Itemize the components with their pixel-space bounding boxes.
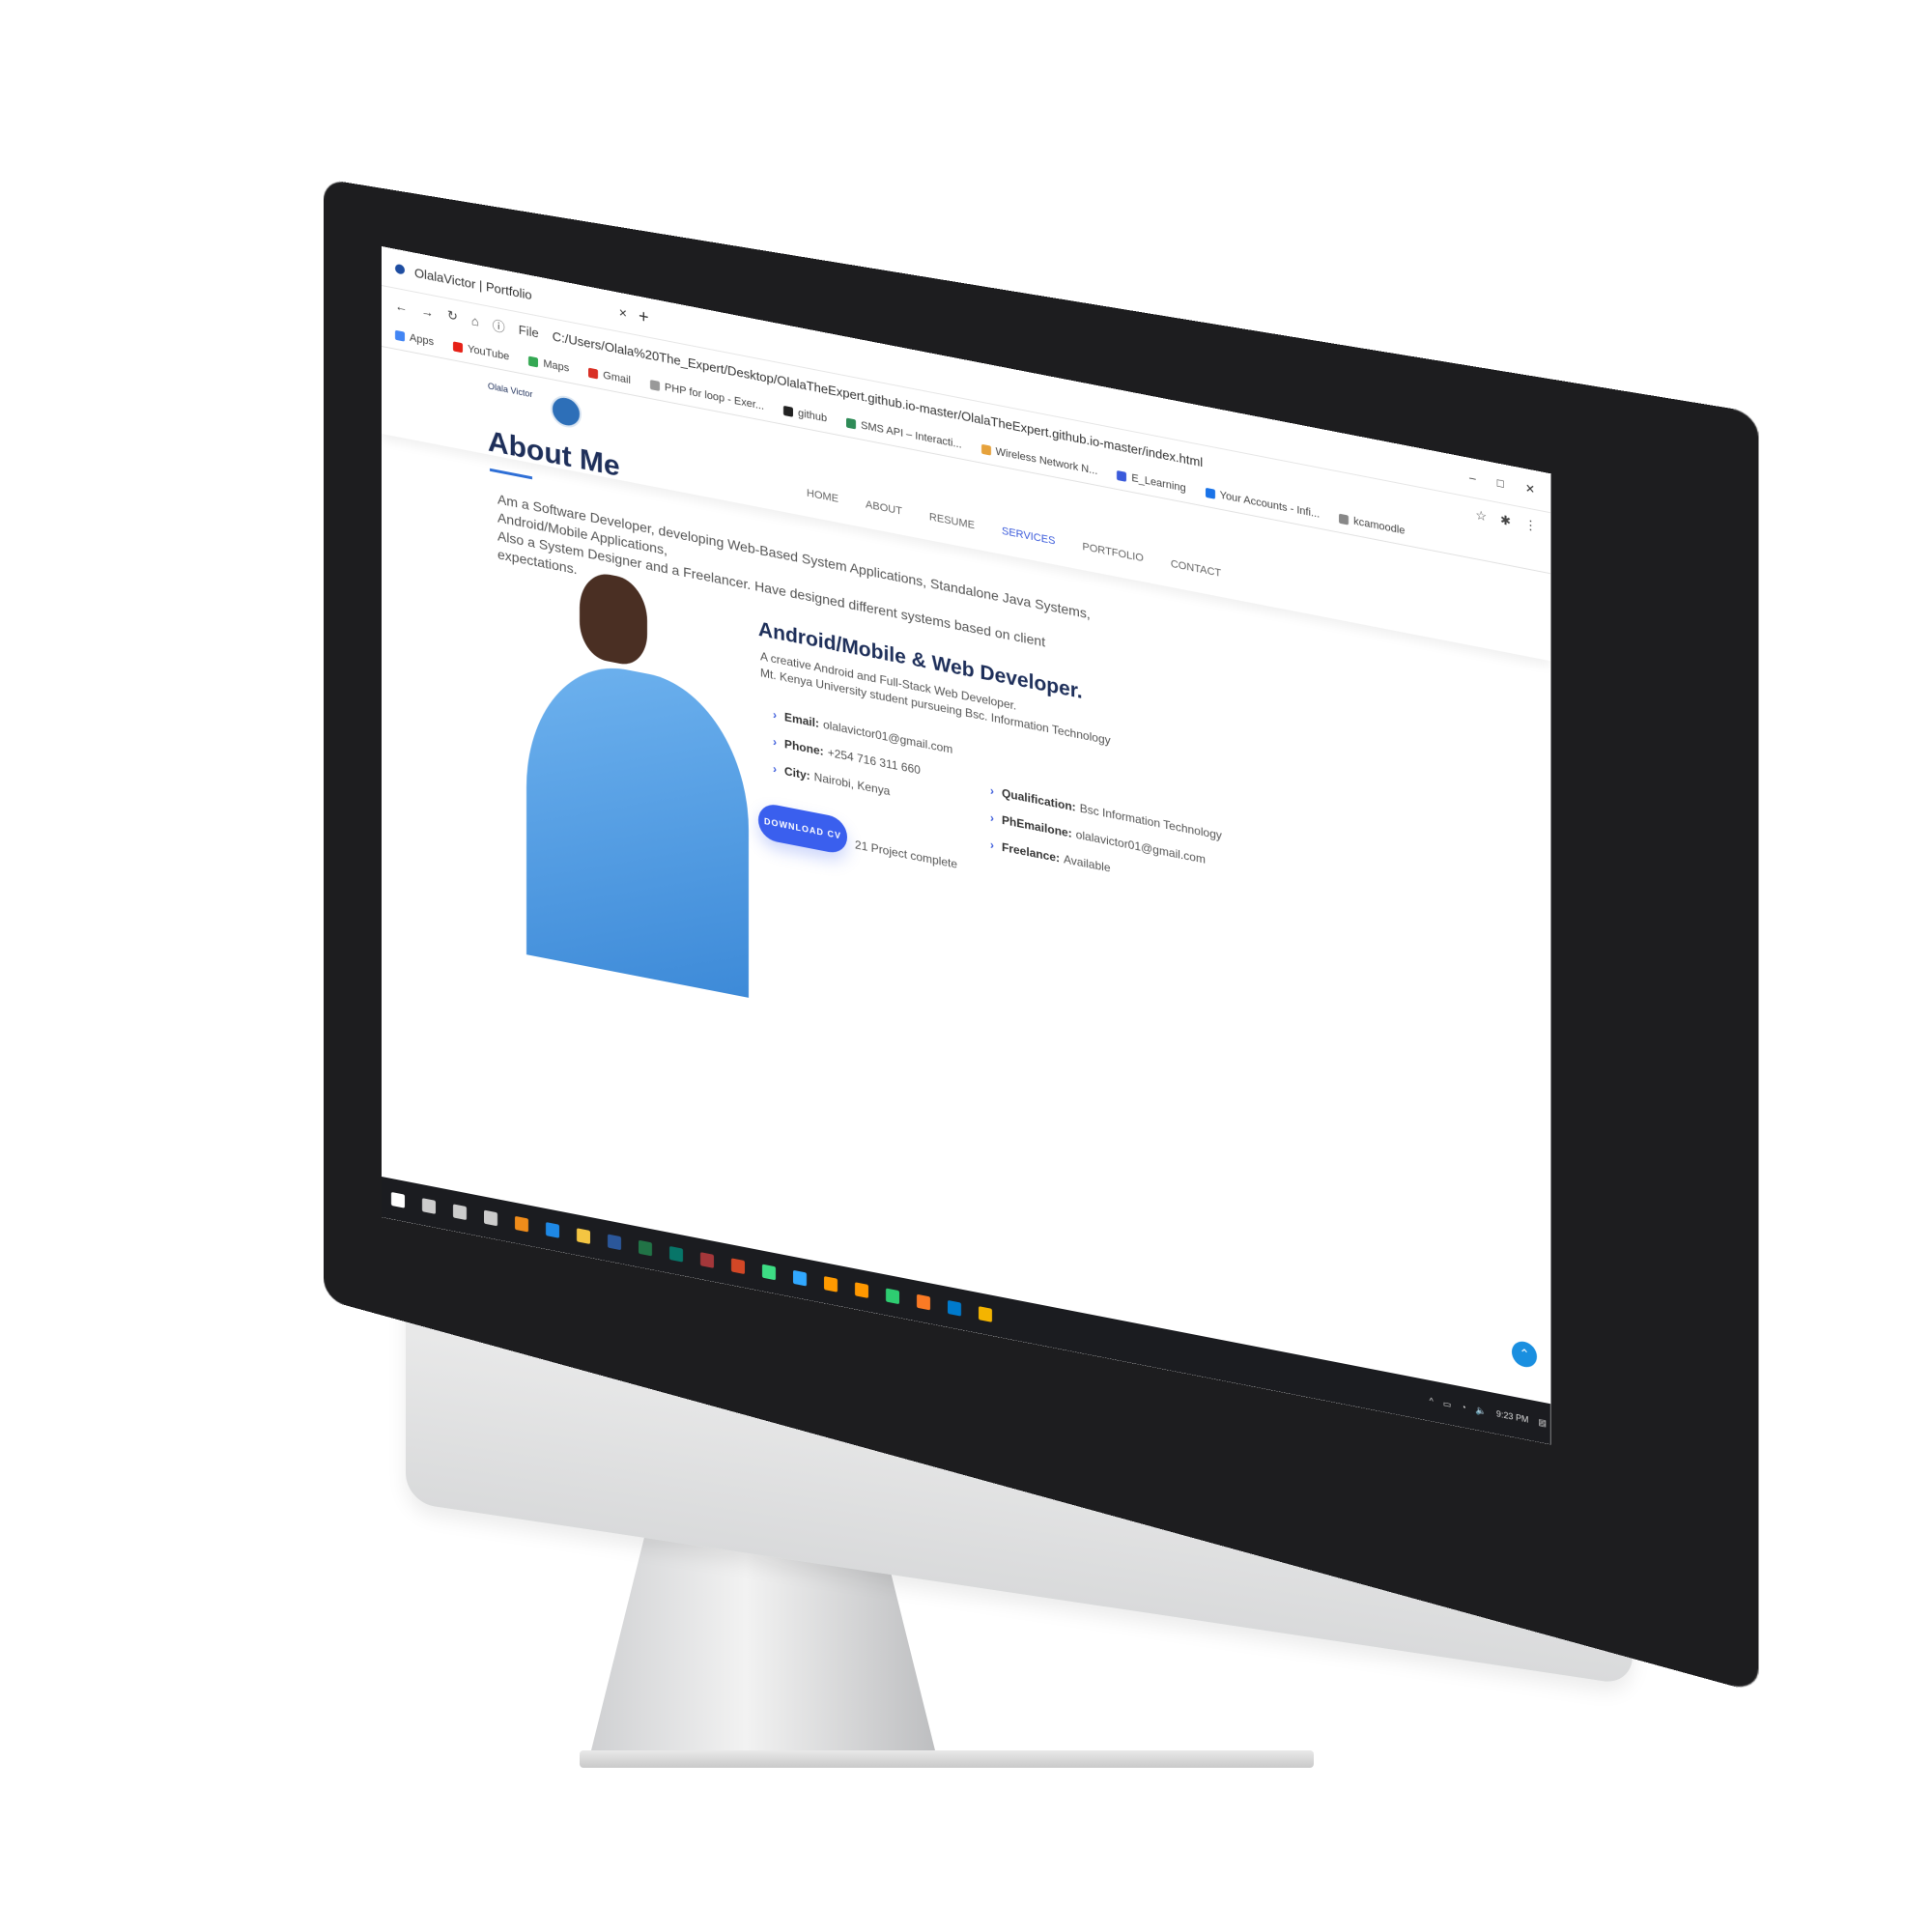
battery-icon[interactable]: ▭ (1443, 1398, 1452, 1410)
download-cv-button[interactable]: DOWNLOAD CV (758, 801, 847, 856)
xampp-icon[interactable] (917, 1293, 930, 1311)
scroll-to-top-button[interactable]: ⌃ (1512, 1339, 1537, 1370)
maps-icon (528, 355, 539, 368)
info-label: City: (784, 764, 810, 783)
vscode-icon[interactable] (948, 1299, 961, 1317)
chevron-right-icon: › (990, 783, 994, 799)
tab-close-icon[interactable]: × (619, 304, 627, 322)
nav-portfolio[interactable]: PORTFOLIO (1082, 541, 1143, 564)
info-label: Email: (784, 710, 820, 731)
title-underline (490, 468, 532, 480)
info-icon[interactable]: ⓘ (493, 315, 505, 336)
profile-photo (526, 558, 749, 998)
illustrator-icon[interactable] (824, 1276, 838, 1293)
bookmark-label: Apps (410, 331, 435, 349)
bookmark-item[interactable]: Apps (395, 329, 434, 349)
nav-resume[interactable]: RESUME (929, 511, 975, 531)
star-icon[interactable]: ☆ (1475, 507, 1487, 525)
powerpoint-icon[interactable] (731, 1258, 745, 1275)
wifi-icon[interactable]: ◔ (1461, 1402, 1465, 1412)
search-icon[interactable] (422, 1198, 436, 1214)
nav-contact[interactable]: CONTACT (1171, 558, 1221, 580)
new-tab-button[interactable]: + (639, 305, 649, 327)
home-icon[interactable]: ⌂ (471, 313, 479, 329)
chevron-right-icon: › (773, 707, 777, 723)
app-icon[interactable] (886, 1288, 899, 1305)
search-app-icon[interactable] (515, 1215, 528, 1233)
windows-start-icon[interactable] (391, 1191, 405, 1208)
bookmark-item[interactable]: E_Learning (1117, 469, 1186, 495)
url-scheme: File (518, 322, 539, 341)
apps-grid-icon (395, 329, 405, 342)
sms-api-icon (846, 417, 857, 430)
bookmark-label: E_Learning (1131, 471, 1186, 495)
gmail-icon (588, 367, 599, 380)
bookmark-item[interactable]: Gmail (588, 367, 631, 387)
info-label: Freelance: (1002, 839, 1061, 866)
task-view-icon[interactable] (484, 1209, 497, 1227)
bookmark-item[interactable]: kcamoodle (1339, 513, 1405, 537)
bookmark-label: Gmail (603, 369, 631, 387)
reload-icon[interactable]: ↻ (447, 307, 458, 325)
elearning-icon (1117, 469, 1127, 482)
close-window-icon[interactable]: ✕ (1525, 481, 1535, 497)
notifications-icon[interactable]: ▤ (1538, 1416, 1547, 1429)
android-icon[interactable] (762, 1264, 776, 1281)
accounts-icon (1205, 487, 1215, 499)
minimize-icon[interactable]: – (1469, 470, 1476, 485)
bookmark-label: kcamoodle (1353, 515, 1406, 537)
bookmark-label: github (798, 407, 828, 425)
sublime-icon[interactable] (855, 1282, 868, 1298)
forward-icon[interactable]: → (421, 302, 434, 320)
access-icon[interactable] (700, 1252, 714, 1268)
chevron-right-icon: › (990, 810, 994, 826)
info-label: PhEmailone: (1002, 812, 1072, 840)
info-label: Phone: (784, 737, 824, 758)
moodle-icon (1339, 513, 1350, 526)
nav-home[interactable]: HOME (807, 488, 838, 505)
wireless-icon (980, 443, 991, 456)
projects-complete: 21 Project complete (855, 838, 958, 871)
cortana-icon[interactable] (453, 1204, 467, 1221)
bookmark-item[interactable]: YouTube (453, 340, 510, 363)
php-icon (649, 380, 660, 391)
github-icon (783, 405, 794, 417)
youtube-icon (453, 341, 464, 354)
clock[interactable]: 9:23 PM (1496, 1408, 1529, 1425)
edge-icon[interactable] (546, 1222, 559, 1238)
monitor-stand-foot (580, 1750, 1314, 1768)
photo-head (580, 568, 647, 669)
tab-favicon-icon (395, 263, 405, 275)
tray-chevron-icon[interactable]: ^ (1430, 1396, 1434, 1406)
excel-icon[interactable] (639, 1239, 652, 1257)
nav-about[interactable]: ABOUT (866, 498, 902, 517)
bookmark-label: YouTube (468, 343, 510, 363)
back-icon[interactable]: ← (395, 298, 408, 315)
info-value: Nairobi, Kenya (813, 770, 891, 799)
volume-icon[interactable]: 🔈 (1476, 1405, 1487, 1417)
info-label: Qualification: (1002, 785, 1076, 814)
chevron-right-icon: › (773, 761, 777, 777)
window-controls: – □ ✕ (1469, 470, 1550, 499)
photoshop-icon[interactable] (793, 1269, 807, 1287)
nav-services[interactable]: SERVICES (1002, 526, 1055, 548)
chevron-right-icon: › (773, 734, 777, 750)
bookmark-item[interactable]: Maps (528, 355, 569, 375)
photo-shirt (526, 650, 749, 998)
chrome-icon[interactable] (979, 1306, 992, 1322)
menu-icon[interactable]: ⋮ (1524, 517, 1550, 537)
publisher-icon[interactable] (669, 1245, 683, 1263)
bookmark-label: Maps (543, 357, 570, 375)
site-logo[interactable]: Olala Victor (488, 381, 532, 399)
chevron-right-icon: › (990, 838, 994, 853)
avatar (551, 393, 582, 431)
word-icon[interactable] (608, 1234, 621, 1251)
maximize-icon[interactable]: □ (1497, 475, 1504, 490)
file-explorer-icon[interactable] (577, 1228, 590, 1244)
info-value: Available (1064, 852, 1111, 875)
bookmark-item[interactable]: github (783, 405, 827, 425)
info-value: +254 716 311 660 (827, 745, 921, 778)
extensions-icon[interactable]: ✱ (1500, 512, 1511, 529)
